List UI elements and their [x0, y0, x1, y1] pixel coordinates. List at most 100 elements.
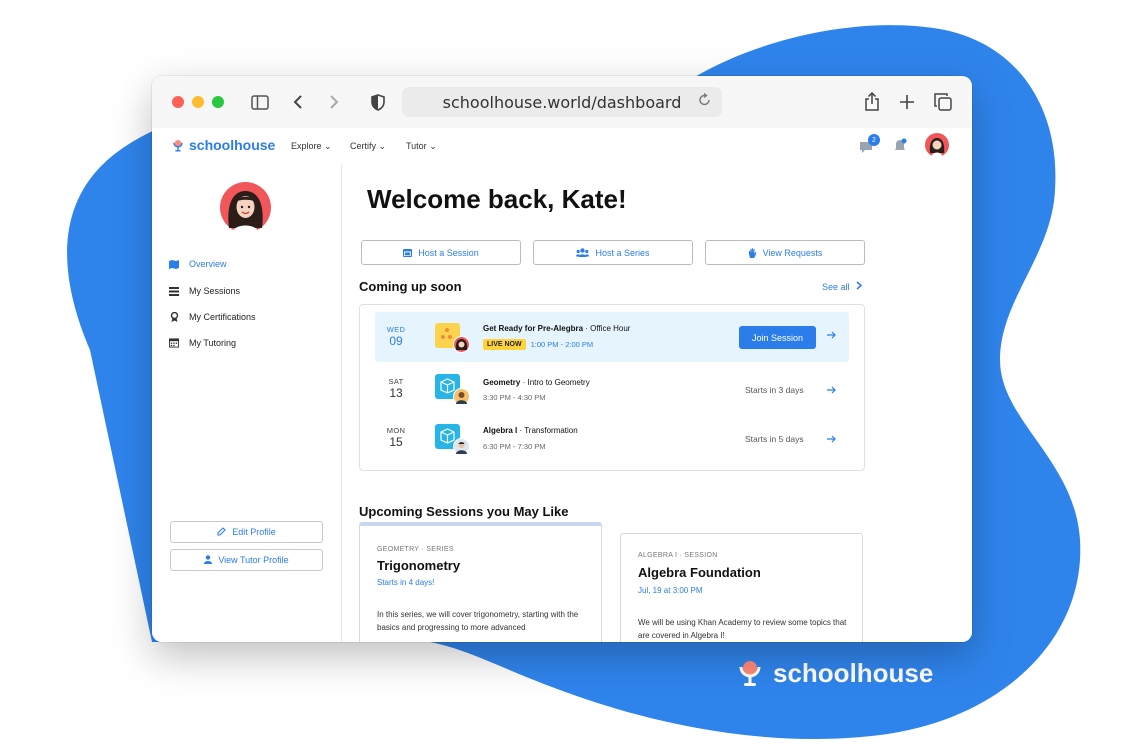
session-date: SAT 13 — [385, 377, 407, 400]
card-tag: ALGEBRA I · SESSION — [638, 552, 718, 559]
host-series-button[interactable]: Host a Series — [533, 240, 693, 265]
card-description: In this series, we will cover trigonomet… — [377, 610, 579, 632]
card-description: We will be using Khan Academy to review … — [638, 618, 847, 640]
see-all-link[interactable]: See all — [822, 281, 862, 292]
view-requests-label: View Requests — [762, 247, 823, 258]
maximize-window-button[interactable] — [212, 96, 224, 108]
session-status: Starts in 5 days — [745, 434, 804, 444]
view-tutor-profile-label: View Tutor Profile — [218, 555, 289, 565]
chevron-down-icon: ⌄ — [378, 141, 387, 151]
edit-profile-label: Edit Profile — [232, 527, 276, 537]
tab-overview-icon[interactable] — [931, 90, 955, 114]
map-icon — [169, 259, 179, 269]
session-row[interactable]: WED 09 Get Ready for Pre-Alegbra · Offic… — [375, 312, 849, 362]
arrow-right-icon[interactable] — [827, 434, 836, 446]
shield-icon[interactable] — [366, 90, 390, 114]
session-title-sub: · Transformation — [517, 426, 578, 435]
nav-explore[interactable]: Explore ⌄ — [291, 141, 332, 152]
users-icon — [576, 248, 590, 257]
sidebar-item-my-certifications[interactable]: My Certifications — [169, 312, 256, 322]
recommended-card[interactable]: GEOMETRY · SERIES Trigonometry Starts in… — [359, 522, 602, 642]
session-title: Get Ready for Pre-Alegbra · Office Hour — [483, 324, 630, 333]
bell-icon — [895, 138, 907, 150]
card-when: Starts in 4 days! — [377, 578, 435, 587]
calendar-icon — [403, 249, 413, 257]
session-day: 15 — [389, 435, 403, 449]
live-badge: LIVE NOW — [483, 339, 526, 350]
session-time: 6:30 PM - 7:30 PM — [483, 442, 546, 451]
share-icon[interactable] — [860, 90, 884, 114]
address-bar[interactable]: schoolhouse.world/dashboard — [402, 87, 722, 117]
avatar[interactable] — [925, 133, 949, 162]
browser-window: schoolhouse.world/dashboard schoolhouse … — [152, 76, 972, 642]
session-time-row: LIVE NOW 1:00 PM - 2:00 PM — [483, 339, 593, 350]
see-all-label: See all — [822, 281, 850, 292]
host-session-button[interactable]: Host a Session — [361, 240, 521, 265]
sidebar-item-label: My Tutoring — [189, 338, 237, 348]
host-series-label: Host a Series — [595, 247, 650, 258]
session-row[interactable]: MON 15 Algebra I · Transformation 6:30 P… — [375, 415, 849, 465]
sidebar-toggle-icon[interactable] — [248, 90, 272, 114]
session-title-sub: · Intro to Geometry — [520, 378, 590, 387]
sidebar-item-label: Overview — [189, 259, 227, 269]
sidebar-item-overview[interactable]: Overview — [169, 259, 227, 269]
pencil-icon — [217, 526, 227, 538]
nav-tutor-label: Tutor — [406, 141, 427, 151]
session-title-main: Geometry — [483, 378, 521, 387]
certificate-icon — [169, 312, 179, 322]
list-icon — [169, 286, 179, 296]
profile-avatar — [220, 182, 271, 233]
card-when: Jul, 19 at 3:00 PM — [638, 586, 703, 595]
chevron-down-icon: ⌄ — [324, 141, 332, 151]
session-title: Geometry · Intro to Geometry — [483, 378, 590, 387]
notifications-button[interactable] — [892, 138, 908, 159]
coming-up-title: Coming up soon — [359, 279, 462, 294]
chevron-down-icon: ⌄ — [429, 141, 437, 151]
nav-tutor[interactable]: Tutor ⌄ — [406, 141, 437, 152]
app-navbar: schoolhouse Explore ⌄ Certify ⌄ Tutor ⌄ … — [152, 128, 972, 165]
join-session-button[interactable]: Join Session — [739, 326, 816, 349]
nav-certify[interactable]: Certify ⌄ — [350, 141, 386, 152]
calendar-icon — [169, 338, 179, 348]
app-logo[interactable]: schoolhouse — [172, 137, 275, 153]
session-time: 3:30 PM - 4:30 PM — [483, 393, 546, 402]
card-title: Trigonometry — [377, 558, 461, 573]
url-text: schoolhouse.world/dashboard — [442, 92, 682, 112]
view-requests-button[interactable]: View Requests — [705, 240, 865, 265]
forward-arrow-icon[interactable] — [322, 90, 346, 114]
minimize-window-button[interactable] — [192, 96, 204, 108]
close-window-button[interactable] — [172, 96, 184, 108]
tutor-avatar — [453, 336, 470, 353]
app-logo-text: schoolhouse — [189, 137, 276, 153]
hand-raised-icon — [748, 247, 757, 258]
session-title: Algebra I · Transformation — [483, 426, 578, 435]
session-row[interactable]: SAT 13 Geometry · Intro to Geometry 3:30… — [375, 365, 849, 415]
arrow-right-icon[interactable] — [827, 385, 836, 397]
sidebar-item-label: My Sessions — [189, 286, 241, 296]
host-session-label: Host a Session — [418, 247, 479, 258]
sidebar-item-my-tutoring[interactable]: My Tutoring — [169, 338, 236, 348]
session-weekday: SAT — [388, 377, 404, 386]
session-title-sub: · Office Hour — [583, 324, 631, 333]
view-tutor-profile-button[interactable]: View Tutor Profile — [170, 549, 323, 571]
session-title-main: Get Ready for Pre-Alegbra — [483, 324, 584, 333]
edit-profile-button[interactable]: Edit Profile — [170, 521, 323, 543]
session-date: WED 09 — [385, 325, 407, 348]
browser-titlebar: schoolhouse.world/dashboard — [152, 76, 972, 129]
upcoming-sessions-list: WED 09 Get Ready for Pre-Alegbra · Offic… — [359, 304, 865, 471]
new-tab-icon[interactable] — [895, 90, 919, 114]
page-title: Welcome back, Kate! — [367, 184, 627, 214]
recommended-card[interactable]: ALGEBRA I · SESSION Algebra Foundation J… — [620, 533, 863, 642]
nav-explore-label: Explore — [291, 141, 322, 151]
user-icon — [204, 554, 213, 566]
back-arrow-icon[interactable] — [286, 90, 310, 114]
sidebar-item-label: My Certifications — [189, 312, 256, 322]
reload-icon[interactable] — [698, 92, 714, 111]
card-title: Algebra Foundation — [638, 565, 761, 580]
session-weekday: MON — [386, 426, 406, 435]
arrow-right-icon[interactable] — [827, 330, 836, 342]
sidebar-item-my-sessions[interactable]: My Sessions — [169, 286, 240, 296]
session-day: 13 — [389, 386, 403, 400]
session-day: 09 — [389, 334, 403, 348]
upcoming-recommended-title: Upcoming Sessions you May Like — [359, 504, 569, 519]
